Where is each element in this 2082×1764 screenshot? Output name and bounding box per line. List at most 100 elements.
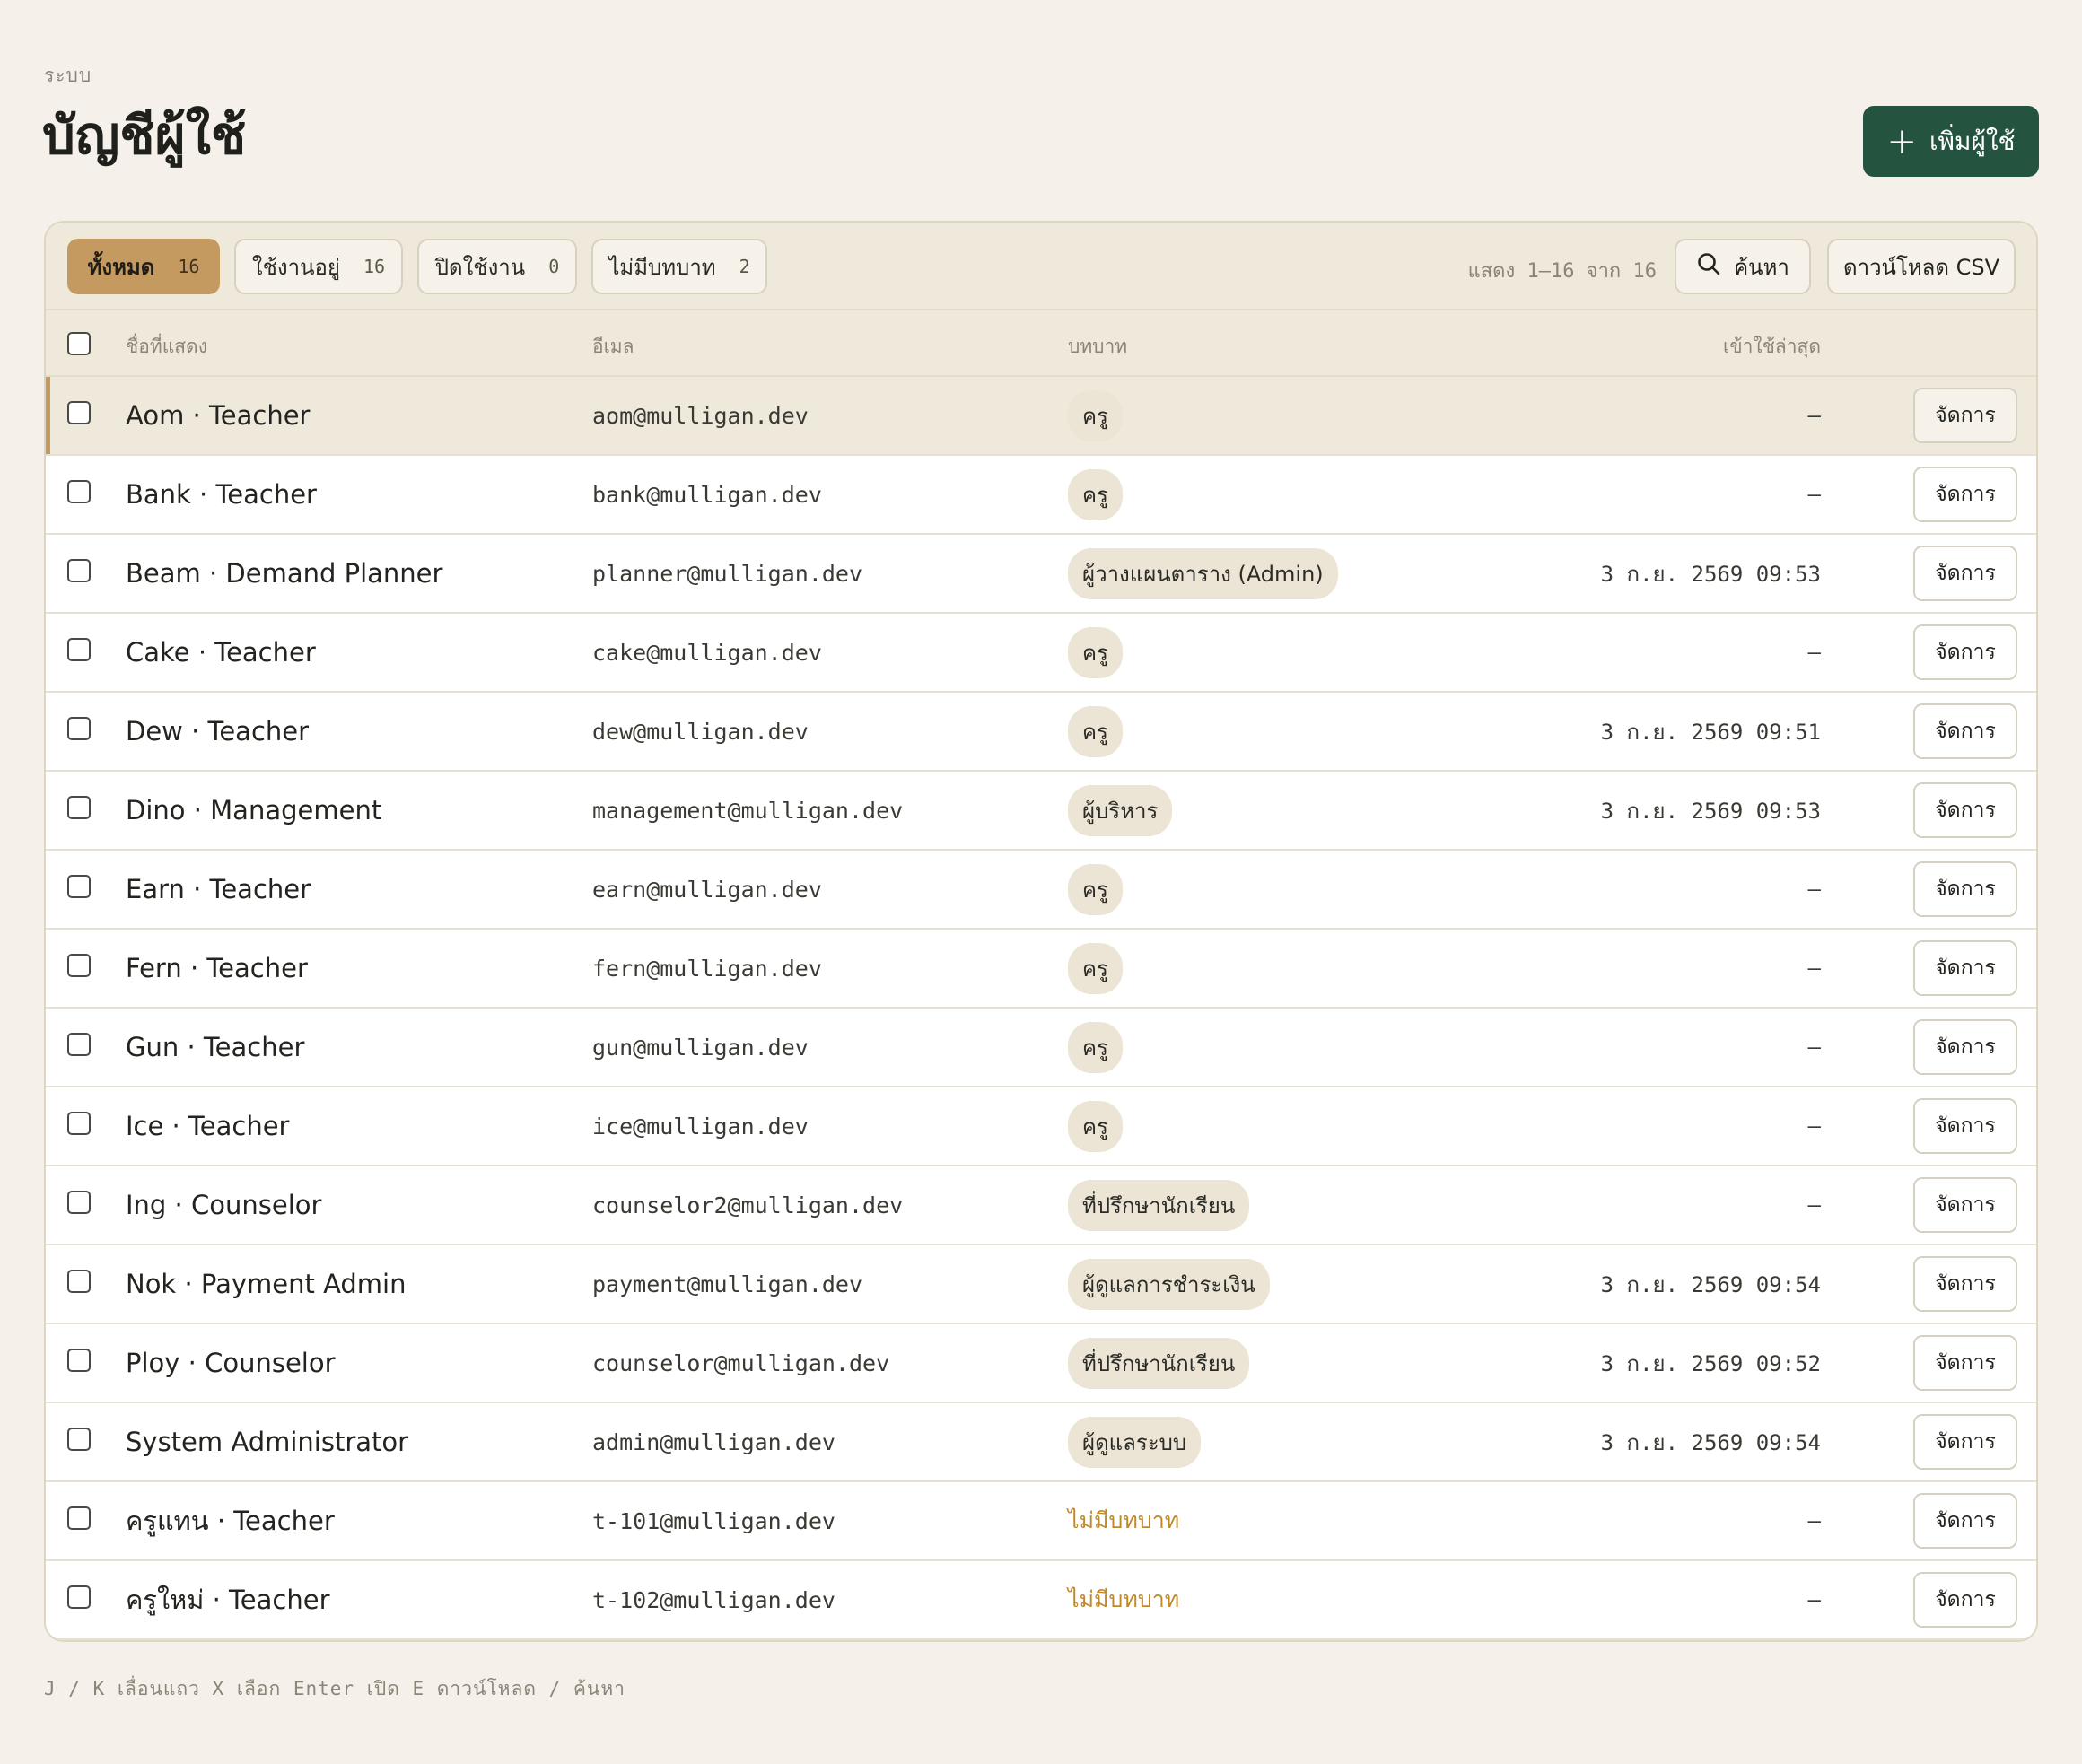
role-badge: ครู [1068,626,1123,678]
row-checkbox[interactable] [67,1428,91,1451]
manage-button[interactable]: จัดการ [1913,1256,2017,1312]
table-row[interactable]: Bank · Teacher bank@mulligan.dev ครู – จัดกา… [46,456,2036,535]
row-checkbox[interactable] [67,1270,91,1293]
row-checkbox[interactable] [67,1033,91,1056]
tab-active[interactable]: ใช้งานอยู่ 16 [234,239,403,294]
pagination-summary: แสดง 1–16 จาก 16 [1467,260,1657,283]
table-toolbar: ทั้งหมด 16 ใช้งานอยู่ 16 ปิดใช้งาน 0 ไม่… [46,223,2036,310]
user-email: cake@mulligan.dev [592,639,822,666]
manage-button[interactable]: จัดการ [1913,1098,2017,1154]
user-email: bank@mulligan.dev [592,481,822,508]
user-last-login: – [1807,956,1821,981]
tab-disabled[interactable]: ปิดใช้งาน 0 [417,239,577,294]
user-role: ที่ปรึกษานักเรียน [1068,1166,1250,1244]
breadcrumb: ระบบ [44,65,92,86]
search-button[interactable]: ค้นหา [1675,239,1811,294]
user-display-name: Dew · Teacher [126,716,310,747]
user-email: gun@mulligan.dev [592,1034,809,1061]
role-badge: ครู [1068,705,1123,757]
tab-count: 16 [178,256,200,277]
manage-button[interactable]: จัดการ [1913,703,2017,759]
table-row[interactable]: System Administrator admin@mulligan.dev ผู… [46,1403,2036,1482]
manage-button[interactable]: จัดการ [1913,1335,2017,1391]
row-checkbox[interactable] [67,1506,91,1530]
row-checkbox[interactable] [67,717,91,740]
table-row[interactable]: Ploy · Counselor counselor@mulligan.dev ที… [46,1324,2036,1403]
user-last-login: – [1807,1035,1821,1060]
manage-button[interactable]: จัดการ [1913,388,2017,443]
table-row[interactable]: Cake · Teacher cake@mulligan.dev ครู – จัดกา… [46,614,2036,693]
role-badge: ผู้บริหาร [1068,784,1173,836]
user-last-login: – [1807,1192,1821,1218]
row-checkbox[interactable] [67,875,91,898]
user-last-login: 3 ก.ย. 2569 09:53 [1600,798,1821,824]
table-row[interactable]: ครูใหม่ · Teacher t-102@mulligan.dev ไม่มี… [46,1561,2036,1640]
manage-button[interactable]: จัดการ [1913,624,2017,680]
table-row[interactable]: Gun · Teacher gun@mulligan.dev ครู – จัดการ [46,1009,2036,1087]
role-badge: ที่ปรึกษานักเรียน [1068,1337,1250,1389]
manage-button[interactable]: จัดการ [1913,1414,2017,1470]
user-last-login: – [1807,1113,1821,1139]
user-display-name: Bank · Teacher [126,479,317,510]
manage-button[interactable]: จัดการ [1913,1493,2017,1549]
role-badge: ครู [1068,942,1123,994]
table-row[interactable]: Aom · Teacher aom@mulligan.dev ครู – จัดการ [46,377,2036,456]
role-badge: ที่ปรึกษานักเรียน [1068,1179,1250,1231]
manage-button[interactable]: จัดการ [1913,861,2017,917]
table-row[interactable]: Fern · Teacher fern@mulligan.dev ครู – จัดกา… [46,930,2036,1009]
row-checkbox[interactable] [67,480,91,503]
user-email: management@mulligan.dev [592,797,904,824]
table-row[interactable]: Dew · Teacher dew@mulligan.dev ครู 3 ก.ย. 2… [46,693,2036,772]
manage-button[interactable]: จัดการ [1913,546,2017,601]
user-last-login: – [1807,877,1821,902]
user-last-login: – [1807,1508,1821,1533]
role-badge: ครู [1068,863,1123,915]
user-role: ครู [1068,456,1123,533]
plus-icon: + [1886,120,1917,162]
table-row[interactable]: Ing · Counselor counselor2@mulligan.dev ที… [46,1166,2036,1245]
table-row[interactable]: Ice · Teacher ice@mulligan.dev ครู – จัดการ [46,1087,2036,1166]
user-display-name: Ploy · Counselor [126,1348,336,1378]
select-all-checkbox[interactable] [67,332,91,355]
add-user-label: เพิ่มผู้ใช้ [1929,126,2016,156]
row-checkbox[interactable] [67,1585,91,1609]
manage-button[interactable]: จัดการ [1913,1572,2017,1628]
user-role: ครู [1068,1087,1123,1165]
table-row[interactable]: Beam · Demand Planner planner@mulligan.de… [46,535,2036,614]
user-email: earn@mulligan.dev [592,876,822,903]
user-display-name: Beam · Demand Planner [126,558,443,589]
manage-button[interactable]: จัดการ [1913,1019,2017,1075]
table-row[interactable]: Nok · Payment Admin payment@mulligan.dev ผ… [46,1245,2036,1324]
user-last-login: 3 ก.ย. 2569 09:51 [1600,719,1821,745]
row-checkbox[interactable] [67,1112,91,1135]
add-user-button[interactable]: + เพิ่มผู้ใช้ [1863,106,2039,177]
tab-count: 2 [739,256,750,277]
row-checkbox[interactable] [67,954,91,977]
manage-button[interactable]: จัดการ [1913,940,2017,996]
manage-button[interactable]: จัดการ [1913,782,2017,838]
row-checkbox[interactable] [67,638,91,661]
manage-button[interactable]: จัดการ [1913,1177,2017,1233]
user-email: aom@mulligan.dev [592,402,809,429]
row-checkbox[interactable] [67,1349,91,1372]
user-email: t-102@mulligan.dev [592,1586,835,1613]
user-email: payment@mulligan.dev [592,1271,863,1297]
download-csv-button[interactable]: ดาวน์โหลด CSV [1827,239,2016,294]
tab-no-role[interactable]: ไม่มีบทบาท 2 [591,239,767,294]
user-role: ไม่มีบทบาท [1068,1482,1179,1559]
row-checkbox[interactable] [67,1191,91,1214]
row-checkbox[interactable] [67,401,91,424]
user-role: ที่ปรึกษานักเรียน [1068,1324,1250,1402]
search-label: ค้นหา [1734,254,1789,280]
user-display-name: Ing · Counselor [126,1190,322,1220]
tab-all[interactable]: ทั้งหมด 16 [67,239,220,294]
row-checkbox[interactable] [67,796,91,819]
row-checkbox[interactable] [67,559,91,582]
manage-button[interactable]: จัดการ [1913,467,2017,522]
user-role: ผู้วางแผนตาราง (Admin) [1068,535,1338,612]
table-row[interactable]: ครูแทน · Teacher t-101@mulligan.dev ไม่มีบ… [46,1482,2036,1561]
column-header-last-login: เข้าใช้ล่าสุด [1723,336,1821,357]
user-role: ผู้ดูแลระบบ [1068,1403,1202,1480]
table-row[interactable]: Dino · Management management@mulligan.dev… [46,772,2036,851]
table-row[interactable]: Earn · Teacher earn@mulligan.dev ครู – จัดกา… [46,851,2036,930]
